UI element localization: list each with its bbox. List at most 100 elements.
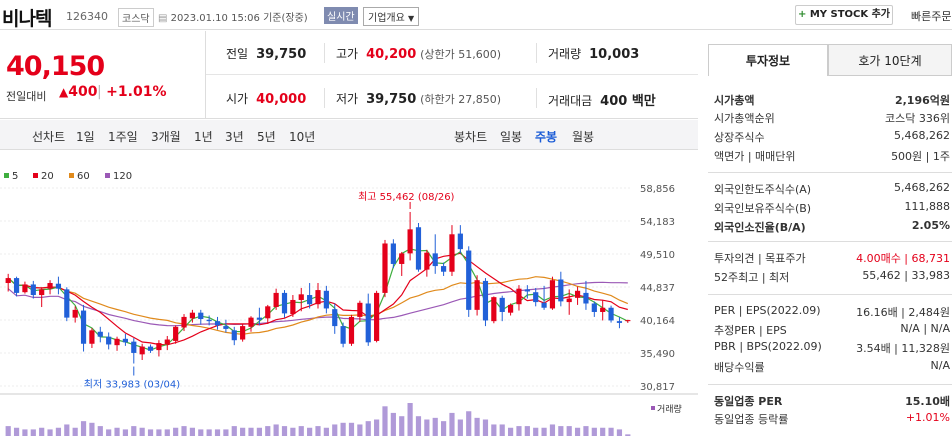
current-price: 40,150 bbox=[6, 51, 105, 82]
volume-bar bbox=[173, 427, 179, 436]
high-annotation: 최고 55,462 (08/26) bbox=[358, 191, 454, 203]
candle-body bbox=[541, 302, 547, 308]
volume-bar bbox=[407, 403, 413, 436]
volume-bar bbox=[223, 429, 229, 436]
tab-3y[interactable]: 3년 bbox=[225, 128, 244, 145]
candle-body bbox=[315, 290, 321, 305]
candle-body bbox=[114, 338, 120, 346]
realtime-badge[interactable]: 실시간 bbox=[324, 7, 358, 24]
y-tick-label: 54,183 bbox=[640, 217, 675, 228]
volume-bar bbox=[441, 421, 447, 436]
candle-body bbox=[131, 341, 137, 353]
invest-row-value: N/A bbox=[930, 359, 950, 372]
invest-row-label: 동일업종 PER bbox=[714, 395, 783, 408]
volume-bar bbox=[164, 429, 170, 436]
volume-bar bbox=[13, 427, 20, 436]
chart-period-tabs: 선차트 1일 1주일 3개월 1년 3년 5년 10년 봉차트 일봉 주봉 월봉 bbox=[0, 120, 698, 150]
volume-bar bbox=[574, 427, 581, 436]
volume-bar bbox=[600, 427, 606, 436]
candle-body bbox=[39, 289, 45, 296]
invest-row-label: 52주최고 | 최저 bbox=[714, 271, 790, 284]
change-label: 전일대비 bbox=[6, 90, 47, 103]
volume-bar bbox=[5, 426, 11, 436]
candle-chart-label: 봉차트 bbox=[454, 130, 488, 144]
volume-bar bbox=[147, 429, 154, 436]
candle-body bbox=[591, 303, 597, 312]
candle-body bbox=[256, 317, 262, 320]
invest-row-value: 16.16배 | 2,484원 bbox=[856, 306, 950, 319]
tab-weekly[interactable]: 주봉 bbox=[535, 128, 557, 145]
candle-body bbox=[181, 316, 187, 328]
volume-bar bbox=[156, 429, 162, 436]
candle-body bbox=[5, 278, 11, 284]
volume-bar bbox=[499, 424, 505, 436]
volume-bar bbox=[181, 426, 187, 436]
volume-bar bbox=[457, 419, 463, 436]
candle-body bbox=[365, 303, 371, 343]
candle-body bbox=[13, 278, 20, 293]
candle-body bbox=[240, 326, 246, 340]
volume-bar bbox=[290, 427, 296, 436]
tab-10y[interactable]: 10년 bbox=[289, 128, 315, 145]
quick-order-link[interactable]: 빠른주문 bbox=[911, 8, 951, 24]
volume-bar bbox=[466, 411, 472, 436]
volume-bar bbox=[449, 412, 455, 436]
tab-5y[interactable]: 5년 bbox=[257, 128, 276, 145]
volume-bar bbox=[340, 422, 346, 436]
volume-bar bbox=[474, 417, 480, 436]
tab-3m[interactable]: 3개월 bbox=[151, 128, 181, 145]
my-stock-add-button[interactable]: + MY STOCK 추가 bbox=[795, 5, 893, 25]
invest-row-value: +1.01% bbox=[905, 411, 950, 424]
tab-daily[interactable]: 일봉 bbox=[500, 128, 522, 145]
candle-body bbox=[558, 279, 564, 302]
volume-bar bbox=[122, 429, 129, 436]
calendar-icon: ▤ bbox=[158, 13, 171, 24]
volume-bar bbox=[281, 426, 288, 436]
volume-bar bbox=[323, 427, 329, 436]
candle-body bbox=[415, 227, 422, 270]
candle-body bbox=[574, 290, 581, 298]
candle-body bbox=[139, 346, 145, 355]
invest-row-label: 외국인보유주식수(B) bbox=[714, 202, 812, 215]
invest-row-value: 4.00매수 | 68,731 bbox=[856, 252, 950, 265]
candle-body bbox=[97, 331, 103, 337]
volume-bar bbox=[365, 421, 371, 436]
invest-row-label: PBR | BPS(2022.09) bbox=[714, 340, 822, 353]
company-info-dropdown[interactable]: 기업개요 ▼ bbox=[363, 7, 420, 26]
tab-monthly[interactable]: 월봉 bbox=[572, 128, 594, 145]
invest-row-value: 2,196억원 bbox=[894, 94, 950, 107]
volume-bar bbox=[298, 426, 304, 436]
volume-bar bbox=[558, 426, 564, 436]
candle-body bbox=[390, 243, 396, 264]
invest-row-label: 시가총액 bbox=[714, 94, 755, 107]
ma-legend-swatch bbox=[105, 173, 110, 178]
candlestick-chart[interactable]: 58,856 54,183 49,510 44,837 40,164 35,490 30,8… bbox=[0, 151, 698, 436]
invest-row-value: 5,468,262 bbox=[894, 129, 950, 142]
candle-body bbox=[474, 280, 480, 310]
candle-body bbox=[64, 289, 70, 318]
candle-body bbox=[106, 336, 112, 345]
tab-1w[interactable]: 1주일 bbox=[108, 128, 138, 145]
invest-row-label: 동일업종 등락률 bbox=[714, 413, 789, 426]
tab-order-book[interactable]: 호가 10단계 bbox=[828, 44, 952, 76]
tab-invest-info[interactable]: 투자정보 bbox=[708, 44, 828, 76]
candle-body bbox=[441, 266, 447, 272]
invest-row-value: 55,462 | 33,983 bbox=[862, 269, 950, 282]
tab-1d[interactable]: 1일 bbox=[76, 128, 95, 145]
candle-body bbox=[516, 288, 522, 305]
tab-1y[interactable]: 1년 bbox=[194, 128, 213, 145]
candle-body bbox=[89, 330, 95, 344]
volume-bar bbox=[39, 427, 45, 436]
volume-bar bbox=[591, 427, 597, 436]
invest-row-value: 15.10배 bbox=[905, 395, 950, 408]
volume-bar bbox=[616, 429, 623, 436]
candle-body bbox=[466, 250, 472, 310]
candle-body bbox=[399, 253, 405, 264]
candle-body bbox=[340, 326, 346, 344]
volume-bar bbox=[424, 419, 430, 436]
price-chart[interactable]: 58,856 54,183 49,510 44,837 40,164 35,490 30,8… bbox=[0, 151, 698, 436]
invest-row-value: N/A | N/A bbox=[900, 322, 950, 335]
invest-row-value: 3.54배 | 11,328원 bbox=[856, 342, 950, 355]
volume-bar bbox=[549, 424, 556, 436]
chevron-down-icon: ▼ bbox=[408, 14, 415, 23]
